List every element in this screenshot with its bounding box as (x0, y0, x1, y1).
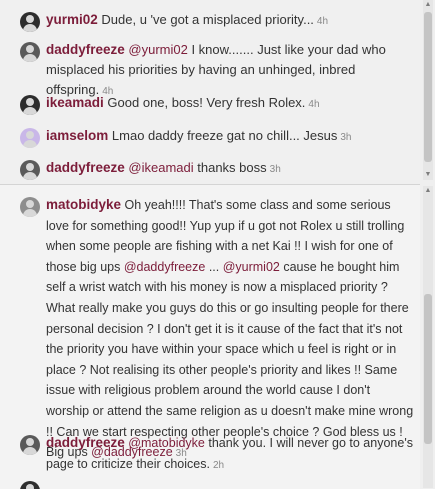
comment-item: daddyfreeze @ikeamadi thanks boss 3h (0, 158, 420, 180)
comment-text: thanks boss (193, 160, 267, 175)
comment-thread-1[interactable]: yurmi02 Dude, u 've got a misplaced prio… (0, 0, 420, 180)
comment-time: 4h (308, 99, 320, 110)
avatar[interactable] (20, 128, 40, 148)
username-link[interactable]: iamselom (46, 128, 108, 143)
mention-link[interactable]: @yurmi02 (128, 42, 187, 57)
comment-time: 3h (269, 164, 281, 175)
comment-text: Good one, boss! Very fresh Rolex. (107, 95, 306, 110)
avatar[interactable] (20, 42, 40, 62)
username-link[interactable]: matobidyke (46, 197, 121, 212)
username-link[interactable]: ikeamadi (46, 95, 104, 110)
mention-link[interactable]: @matobidyke (128, 436, 205, 450)
comment-item: ikeamadi Good one, boss! Very fresh Role… (0, 93, 420, 115)
username-link[interactable]: daddyfreeze (46, 435, 125, 450)
comment-time: 2h (212, 459, 225, 471)
avatar[interactable] (20, 12, 40, 32)
username-link[interactable]: yurmi02 (46, 12, 98, 27)
scrollbar-thumb[interactable] (424, 12, 432, 162)
comment-thread-2[interactable]: matobidyke Oh yeah!!!! That's some class… (0, 184, 420, 489)
avatar[interactable] (20, 435, 40, 455)
comment-time: 4h (316, 16, 329, 27)
comment-text: Lmao daddy freeze gat no chill... Jesus (111, 128, 338, 143)
username-link[interactable]: daddyfreeze (46, 42, 125, 57)
scroll-up-arrow-icon[interactable]: ▲ (423, 186, 433, 196)
username-link[interactable]: daddyfreeze (46, 160, 125, 175)
scroll-up-arrow-icon[interactable]: ▲ (423, 0, 433, 10)
comment-item: matobidyke Oh yeah!!!! That's some class… (0, 195, 420, 465)
avatar[interactable] (20, 197, 40, 217)
avatar[interactable] (20, 160, 40, 180)
avatar[interactable] (20, 95, 40, 115)
comment-text: cause he bought him self a wrist watch w… (46, 259, 414, 460)
scroll-down-arrow-icon[interactable]: ▼ (423, 170, 433, 180)
scrollbar-thumb[interactable] (424, 294, 432, 444)
comment-item: yurmi02 Dude, u 've got a misplaced prio… (0, 10, 420, 32)
comment-text: Dude, u 've got a misplaced priority... (101, 12, 314, 27)
scrollbar-thread-2[interactable]: ▲ (423, 186, 433, 488)
mention-link[interactable]: @ikeamadi (128, 160, 193, 175)
mention-link[interactable]: @yurmi02 (223, 260, 280, 274)
scrollbar-thread-1[interactable]: ▲ ▼ (423, 0, 433, 180)
comment-time: 3h (340, 132, 352, 143)
comment-item: iamselom Lmao daddy freeze gat no chill.… (0, 126, 420, 148)
mention-link[interactable]: @daddyfreeze (124, 260, 206, 274)
comment-item: daddyfreeze @matobidyke thank you. I wil… (0, 433, 420, 476)
comment-text: ... (205, 259, 223, 274)
